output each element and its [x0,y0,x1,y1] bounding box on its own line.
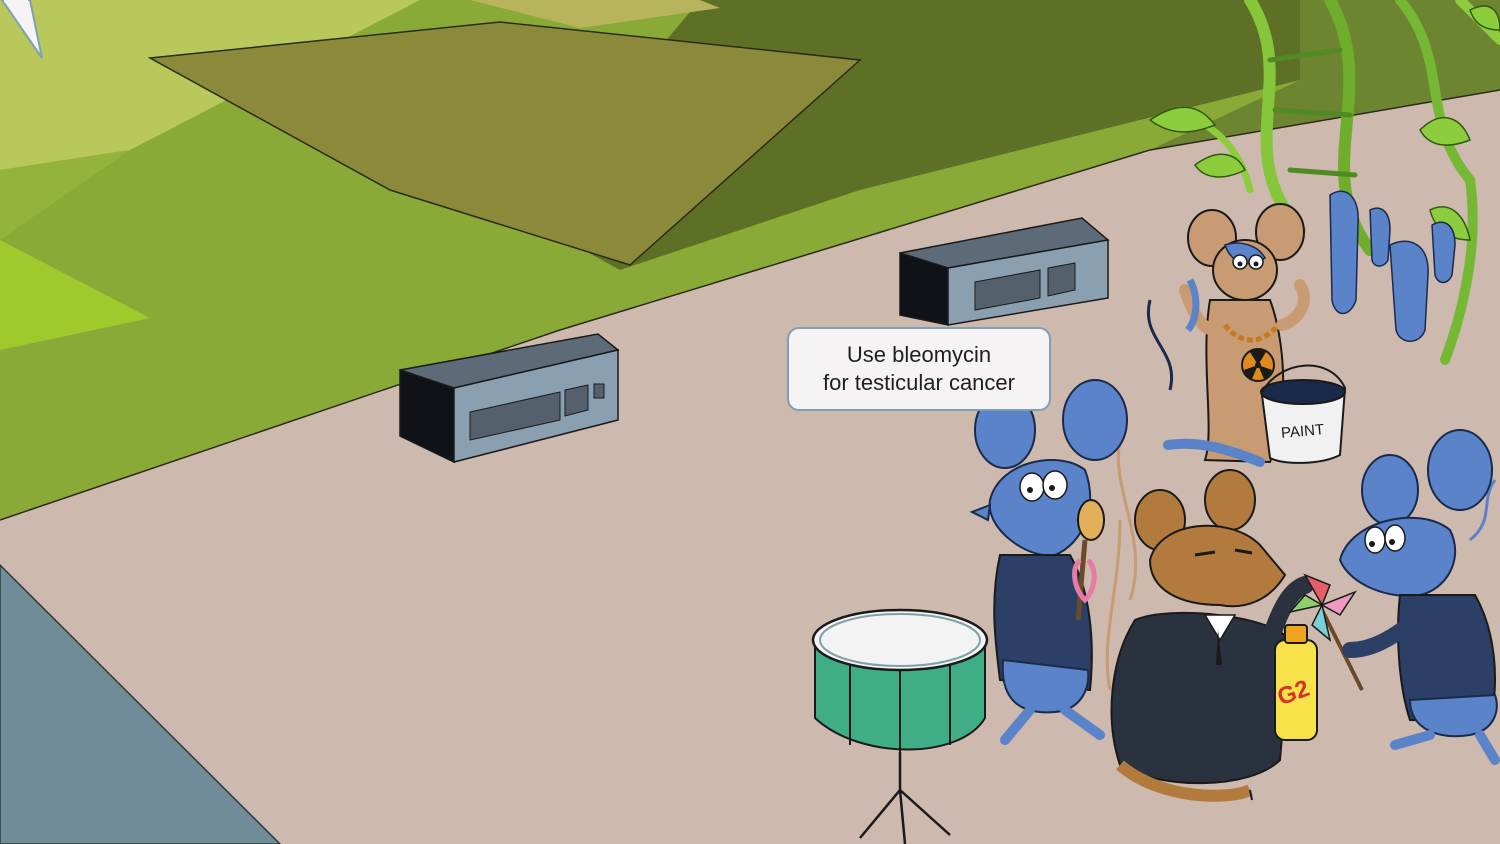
speech-bubble: Use bleomycin for testicular cancer [787,327,1051,411]
mouse-ear [1427,429,1493,511]
drink-bottle: G2 [1274,624,1318,741]
mouse-ear [1204,469,1256,531]
mouse-ear [1062,379,1128,461]
sponge [1077,499,1105,541]
scene-illustration: PAINT G2 [0,0,1500,844]
speech-bubble-tail [0,0,43,59]
speech-bubble-line-2: for testicular cancer [823,370,1015,395]
cartoon-scene: PAINT G2 Use bleomycin for testicular ca… [0,0,1500,844]
speech-bubble-line-1: Use bleomycin [846,342,992,367]
mouse-ear [1361,454,1419,526]
